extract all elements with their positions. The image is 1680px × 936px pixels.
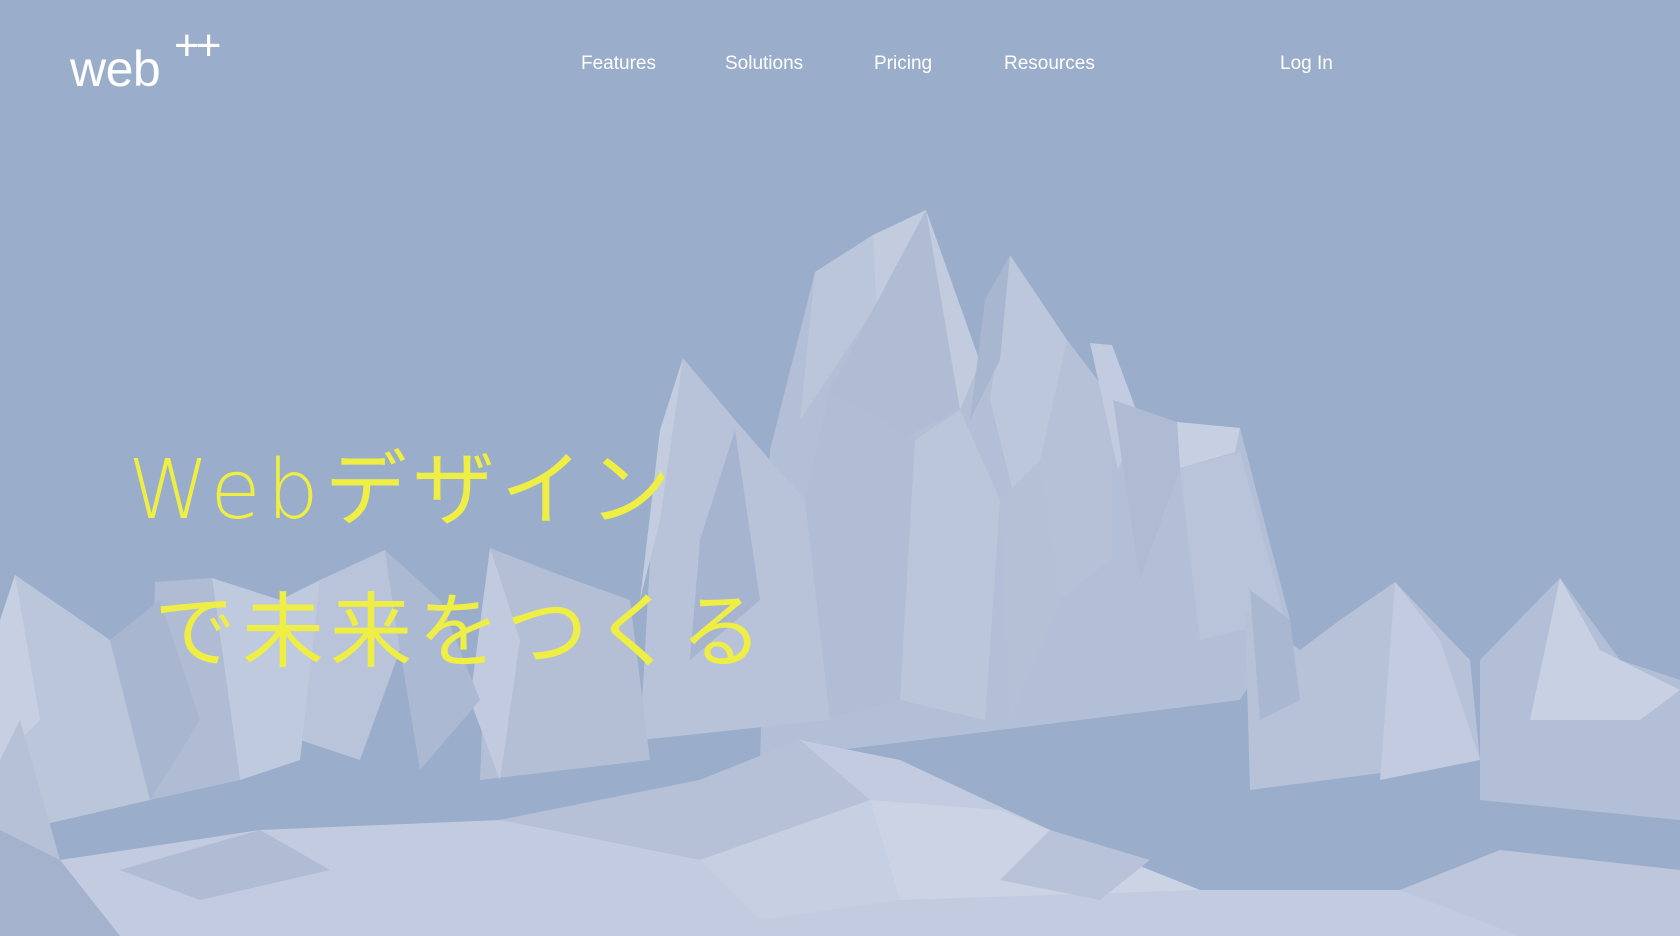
landing-page: web ++ Features Solutions Pricing Resour… <box>0 0 1680 936</box>
nav-link-pricing[interactable]: Pricing <box>874 50 932 78</box>
hero-heading: Webデザイン で未来をつくる <box>128 450 768 674</box>
hero-line-1: Webデザイン <box>128 443 677 538</box>
logo-wordmark: web <box>70 41 161 97</box>
login-link[interactable]: Log In <box>1280 50 1333 78</box>
nav-link-solutions[interactable]: Solutions <box>725 50 803 78</box>
site-header: web ++ Features Solutions Pricing Resour… <box>0 0 1680 130</box>
hero-line-2: で未来をつくる <box>154 585 769 680</box>
nav-link-features[interactable]: Features <box>581 50 656 78</box>
logo-plus-plus: ++ <box>174 21 221 70</box>
nav-link-resources[interactable]: Resources <box>1004 50 1095 78</box>
